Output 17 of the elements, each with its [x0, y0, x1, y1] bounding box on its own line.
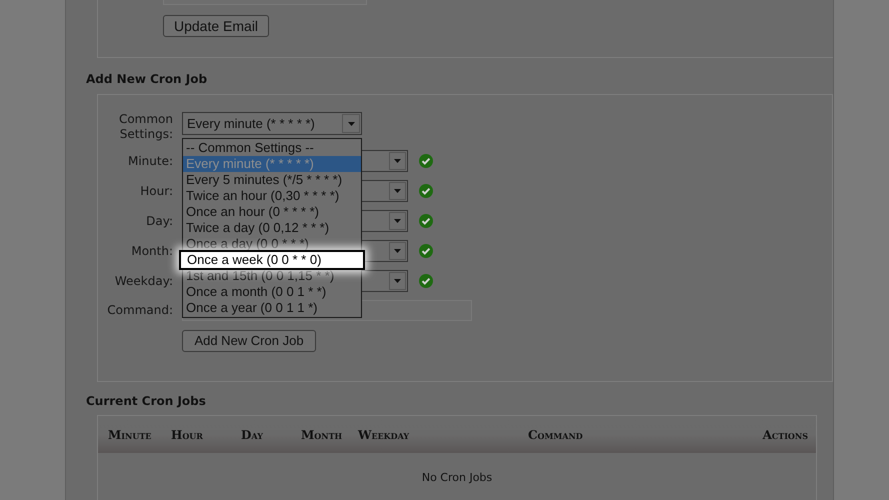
field-label: Command: [106, 303, 173, 318]
field-label: Common Settings: [118, 112, 173, 142]
column-header: Day [241, 426, 264, 444]
field-label: Day: [145, 214, 173, 228]
column-header: Month [301, 426, 344, 444]
section-heading: Current Cron Jobs [86, 393, 207, 410]
column-header: Hour [171, 426, 204, 444]
field-label: Hour: [139, 184, 173, 198]
section-heading: Add New Cron Job [86, 71, 208, 88]
field-label: Weekday: [114, 274, 173, 288]
column-header: Actions [762, 426, 808, 444]
column-header: Weekday [358, 426, 410, 444]
field-label: Minute: [126, 154, 173, 168]
column-header: Command [528, 426, 584, 444]
empty-message: No Cron Jobs [422, 470, 492, 486]
field-label: Month: [130, 244, 173, 258]
column-header: Minute [107, 426, 152, 444]
